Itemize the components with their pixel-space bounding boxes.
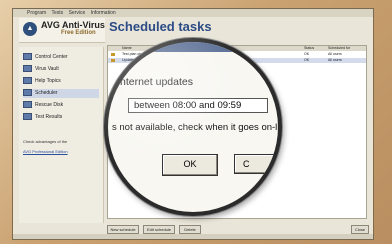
sidebar-item-control-center[interactable]: Control Center [23,53,68,62]
task-icon [111,59,115,62]
dialog-note: s not available, check when it goes on-l… [112,122,282,133]
sidebar-item-rescue-disk[interactable]: Rescue Disk [23,101,63,110]
edit-schedule-button[interactable]: Edit schedule [143,225,175,234]
menu-service[interactable]: Service [69,10,86,16]
ok-button[interactable]: OK [162,154,218,176]
brand-edition: Free Edition [61,30,96,36]
sidebar-item-help-topics[interactable]: Help Topics [23,77,61,86]
time-window-field[interactable]: between 08:00 and 09:59 [128,98,268,113]
task-status: OK [304,58,310,62]
sidebar: Control Center Virus Vault Help Topics S… [19,47,104,223]
dialog-heading: nternet updates [120,76,193,88]
sidebar-item-virus-vault[interactable]: Virus Vault [23,65,59,74]
sidebar-item-label: Scheduler [35,90,58,96]
menu-program[interactable]: Program [27,10,46,16]
menu-information[interactable]: Information [91,10,116,16]
sidebar-item-label: Control Center [35,54,68,60]
professional-edition-link[interactable]: AVG Professional Edition [23,149,68,154]
dialog-title-bar [108,42,278,52]
sidebar-note: Check advantages of the [23,139,68,144]
sidebar-item-label: Test Results [35,114,63,120]
column-header-status[interactable]: Status [304,46,324,51]
vault-icon [23,65,32,73]
disk-icon [23,101,32,109]
task-status: OK [304,52,310,56]
sidebar-item-test-results[interactable]: Test Results [23,113,62,122]
task-icon [111,53,115,56]
brand-name: AVG Anti-Virus [41,20,105,30]
calendar-icon [23,89,32,97]
magnified-dialog: nternet updates between 08:00 and 09:59 … [104,38,282,216]
close-button[interactable]: Close [351,225,369,234]
sidebar-item-label: Rescue Disk [35,102,64,108]
sidebar-item-label: Virus Vault [35,66,59,72]
task-schedule: All users [328,58,342,62]
help-icon [23,77,32,85]
avg-logo-icon: ▲ [23,22,37,36]
column-header-scheduled[interactable]: Scheduled for [328,46,362,51]
results-icon [23,113,32,121]
cancel-button[interactable]: C [234,154,278,174]
menu-tests[interactable]: Tests [52,10,64,16]
task-schedule: All users [328,52,342,56]
control-center-icon [23,53,32,61]
delete-button[interactable]: Delete [179,225,201,234]
sidebar-item-label: Help Topics [35,78,61,84]
sidebar-item-scheduler[interactable]: Scheduler [23,89,99,98]
app-logo: ▲ AVG Anti-Virus Free Edition [19,18,105,43]
new-schedule-button[interactable]: New schedule [107,225,139,234]
menu-bar: Program Tests Service Information [13,9,373,17]
page-title: Scheduled tasks [109,19,212,34]
status-bar [13,234,373,239]
